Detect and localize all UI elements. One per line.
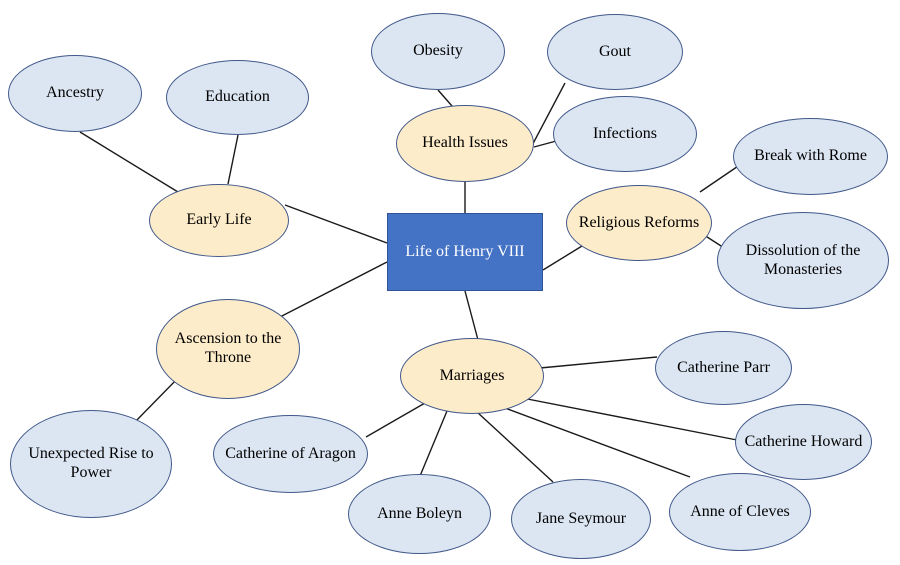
edge-marriages-to-catherine-parr — [539, 356, 658, 369]
node-obesity[interactable]: Obesity — [371, 13, 505, 90]
edge-health-issues-to-obesity — [437, 89, 453, 107]
node-label-education: Education — [205, 88, 270, 106]
node-anne-boleyn[interactable]: Anne Boleyn — [348, 474, 491, 554]
node-label-jane-seymour: Jane Seymour — [535, 509, 627, 527]
node-catherine-of-aragon[interactable]: Catherine of Aragon — [213, 415, 368, 493]
node-education[interactable]: Education — [166, 60, 309, 135]
node-ascension-to-the-throne[interactable]: Ascension to the Throne — [156, 299, 300, 399]
edge-marriages-to-jane-seymour — [476, 411, 554, 483]
node-religious-reforms[interactable]: Religious Reforms — [566, 185, 712, 261]
node-label-obesity: Obesity — [413, 42, 463, 60]
edge-early-life-to-education — [227, 134, 239, 185]
edge-center-to-ascension-to-the-throne — [277, 261, 388, 319]
edge-marriages-to-anne-of-cleves — [496, 404, 691, 478]
node-anne-of-cleves[interactable]: Anne of Cleves — [669, 473, 811, 551]
node-center[interactable]: Life of Henry VIII — [387, 213, 543, 291]
node-label-break-with-rome: Break with Rome — [754, 147, 867, 165]
node-label-center: Life of Henry VIII — [405, 242, 525, 260]
node-jane-seymour[interactable]: Jane Seymour — [511, 479, 651, 559]
node-label-religious-reforms: Religious Reforms — [578, 213, 700, 231]
node-infections[interactable]: Infections — [553, 96, 697, 172]
node-early-life[interactable]: Early Life — [149, 184, 289, 257]
node-label-catherine-of-aragon: Catherine of Aragon — [225, 444, 356, 462]
node-label-ascension-to-the-throne: Ascension to the Throne — [174, 330, 282, 366]
node-unexpected-rise-to-power[interactable]: Unexpected Rise to Power — [10, 410, 172, 518]
edge-center-to-religious-reforms — [542, 245, 583, 271]
node-marriages[interactable]: Marriages — [400, 338, 544, 414]
node-label-catherine-parr: Catherine Parr — [677, 358, 770, 376]
node-ancestry[interactable]: Ancestry — [8, 55, 142, 132]
node-label-dissolution-of-the-monasteries: Dissolution of the Monasteries — [745, 241, 861, 278]
node-label-ancestry: Ancestry — [46, 84, 104, 102]
node-label-anne-of-cleves: Anne of Cleves — [690, 502, 790, 520]
edge-marriages-to-catherine-of-aragon — [365, 402, 426, 438]
node-catherine-howard[interactable]: Catherine Howard — [735, 404, 872, 480]
node-health-issues[interactable]: Health Issues — [396, 105, 534, 182]
edge-marriages-to-anne-boleyn — [419, 410, 448, 477]
edge-ascension-to-the-throne-to-unexpected-rise-to-power — [132, 375, 181, 425]
node-gout[interactable]: Gout — [547, 14, 683, 90]
node-break-with-rome[interactable]: Break with Rome — [733, 118, 888, 195]
node-label-unexpected-rise-to-power: Unexpected Rise to Power — [28, 445, 154, 481]
node-label-early-life: Early Life — [186, 211, 252, 229]
edge-center-to-early-life — [284, 204, 388, 244]
node-catherine-parr[interactable]: Catherine Parr — [655, 331, 792, 405]
edge-center-to-marriages — [464, 290, 479, 341]
edge-early-life-to-ancestry — [79, 131, 179, 193]
mind-map-canvas: Life of Henry VIII Early Life Health Issue… — [0, 0, 900, 565]
node-label-gout: Gout — [599, 42, 631, 60]
node-label-infections: Infections — [593, 124, 657, 142]
node-label-catherine-howard: Catherine Howard — [744, 432, 863, 450]
node-label-marriages: Marriages — [439, 366, 505, 384]
node-label-anne-boleyn: Anne Boleyn — [377, 504, 462, 522]
node-label-health-issues: Health Issues — [422, 134, 508, 152]
node-dissolution-of-the-monasteries[interactable]: Dissolution of the Monasteries — [717, 212, 889, 309]
